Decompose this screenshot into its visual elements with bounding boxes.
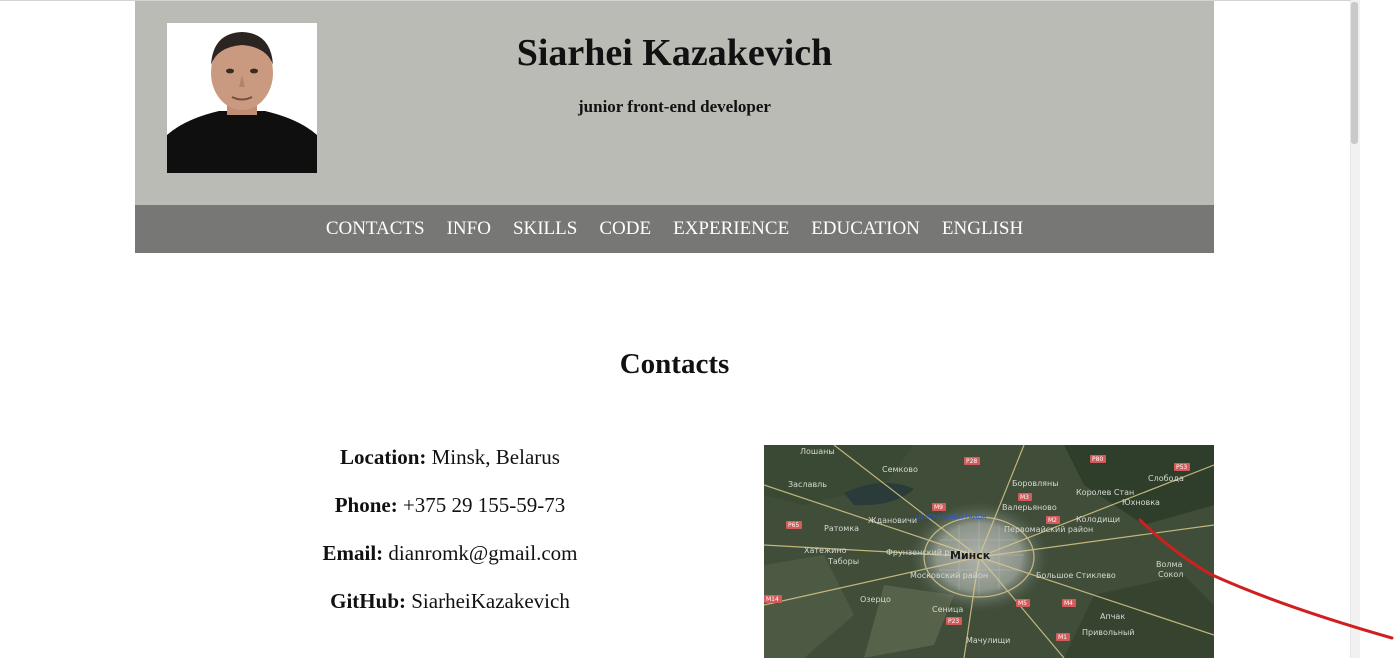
map-label-yukhnovka: Юхновка xyxy=(1122,498,1160,507)
person-name: Siarhei Kazakevich xyxy=(516,32,833,74)
map-label-borovlyany: Боровляны xyxy=(1012,479,1059,488)
map-label-machulishchi: Мачулищи xyxy=(966,636,1010,645)
nav-item-education[interactable]: EDUCATION xyxy=(800,205,931,253)
map-label-sloboda: Слобода xyxy=(1148,474,1184,483)
road-badge-m5: M5 xyxy=(1018,600,1027,607)
map-label-moskovsky: Московский район xyxy=(910,571,988,580)
nav-item-code[interactable]: CODE xyxy=(588,205,662,253)
map-central-district-label: ЦЕНТРАЛЬНЫЙ РАЙОН xyxy=(916,514,987,521)
contacts-list: Location: Minsk, Belarus Phone: +375 29 … xyxy=(250,442,650,634)
location-map[interactable]: Лошаны Семково Боровляны Заславль Валерь… xyxy=(764,445,1214,658)
road-badge-p80: P80 xyxy=(1092,456,1103,463)
phone-label: Phone: xyxy=(334,493,398,517)
page: Siarhei Kazakevich junior front-end deve… xyxy=(0,0,1395,658)
cv-header: Siarhei Kazakevich junior front-end deve… xyxy=(135,1,1214,205)
map-label-apchak: Апчак xyxy=(1100,612,1125,621)
map-label-volma: Волма xyxy=(1156,560,1183,569)
nav-item-experience[interactable]: EXPERIENCE xyxy=(662,205,800,253)
contacts-heading: Contacts xyxy=(619,348,730,380)
road-badge-p53: P53 xyxy=(1176,464,1187,471)
road-badge-m9: M9 xyxy=(934,504,943,511)
map-label-khatezhino: Хатежино xyxy=(804,546,847,555)
road-badge-m4: M4 xyxy=(1064,600,1073,607)
location-label: Location: xyxy=(340,445,427,469)
nav-item-english[interactable]: ENGLISH xyxy=(931,205,1034,253)
road-badge-p28: P28 xyxy=(966,458,977,465)
map-label-ozertso: Озерцо xyxy=(860,595,891,604)
map-label-privolny: Привольный xyxy=(1082,628,1134,637)
map-label-valeryanovo: Валерьяново xyxy=(1002,503,1057,512)
github-label: GitHub: xyxy=(330,589,406,613)
email-value[interactable]: dianromk@gmail.com xyxy=(388,541,577,565)
map-label-kolodishchi: Колодищи xyxy=(1076,515,1120,524)
road-badge-m1: M1 xyxy=(1058,634,1067,641)
email-label: Email: xyxy=(322,541,384,565)
map-label-zaslavl: Заславль xyxy=(788,480,827,489)
road-badge-m3: M3 xyxy=(1020,494,1029,501)
cv-container: Siarhei Kazakevich junior front-end deve… xyxy=(135,1,1214,253)
map-label-semkovo: Семково xyxy=(882,465,918,474)
map-city-label: Минск xyxy=(950,549,991,562)
map-label-senitsa: Сеница xyxy=(932,605,963,614)
road-badge-m14: M14 xyxy=(766,596,779,603)
phone-value[interactable]: +375 29 155-59-73 xyxy=(403,493,565,517)
nav-item-skills[interactable]: SKILLS xyxy=(502,205,588,253)
contact-github: GitHub: SiarheiKazakevich xyxy=(250,586,650,634)
map-label-tabory: Таборы xyxy=(827,557,859,566)
map-label-korolev-stan: Королев Стан xyxy=(1076,488,1134,497)
map-label-zhdanovichi: Ждановичи xyxy=(868,516,917,525)
map-label-ratomka: Ратомка xyxy=(824,524,859,533)
map-label-sokol: Сокол xyxy=(1158,570,1183,579)
contact-location: Location: Minsk, Belarus xyxy=(250,442,650,490)
road-badge-p23: P23 xyxy=(948,618,959,625)
nav-item-contacts[interactable]: CONTACTS xyxy=(315,205,436,253)
job-title: junior front-end developer xyxy=(578,97,771,116)
github-value[interactable]: SiarheiKazakevich xyxy=(411,589,570,613)
main-nav: CONTACTS INFO SKILLS CODE EXPERIENCE EDU… xyxy=(135,205,1214,253)
road-badge-m2: M2 xyxy=(1048,517,1057,524)
map-label-bolshoe-stiklevo: Большое Стиклево xyxy=(1036,571,1116,580)
scrollbar-thumb[interactable] xyxy=(1351,2,1358,144)
contact-email: Email: dianromk@gmail.com xyxy=(250,538,650,586)
location-value: Minsk, Belarus xyxy=(431,445,560,469)
contact-phone: Phone: +375 29 155-59-73 xyxy=(250,490,650,538)
map-label-pervomaisky: Первомайский район xyxy=(1004,525,1093,534)
map-label-loshany: Лошаны xyxy=(800,447,835,456)
road-badge-p65: P65 xyxy=(788,522,799,529)
nav-item-info[interactable]: INFO xyxy=(436,205,502,253)
